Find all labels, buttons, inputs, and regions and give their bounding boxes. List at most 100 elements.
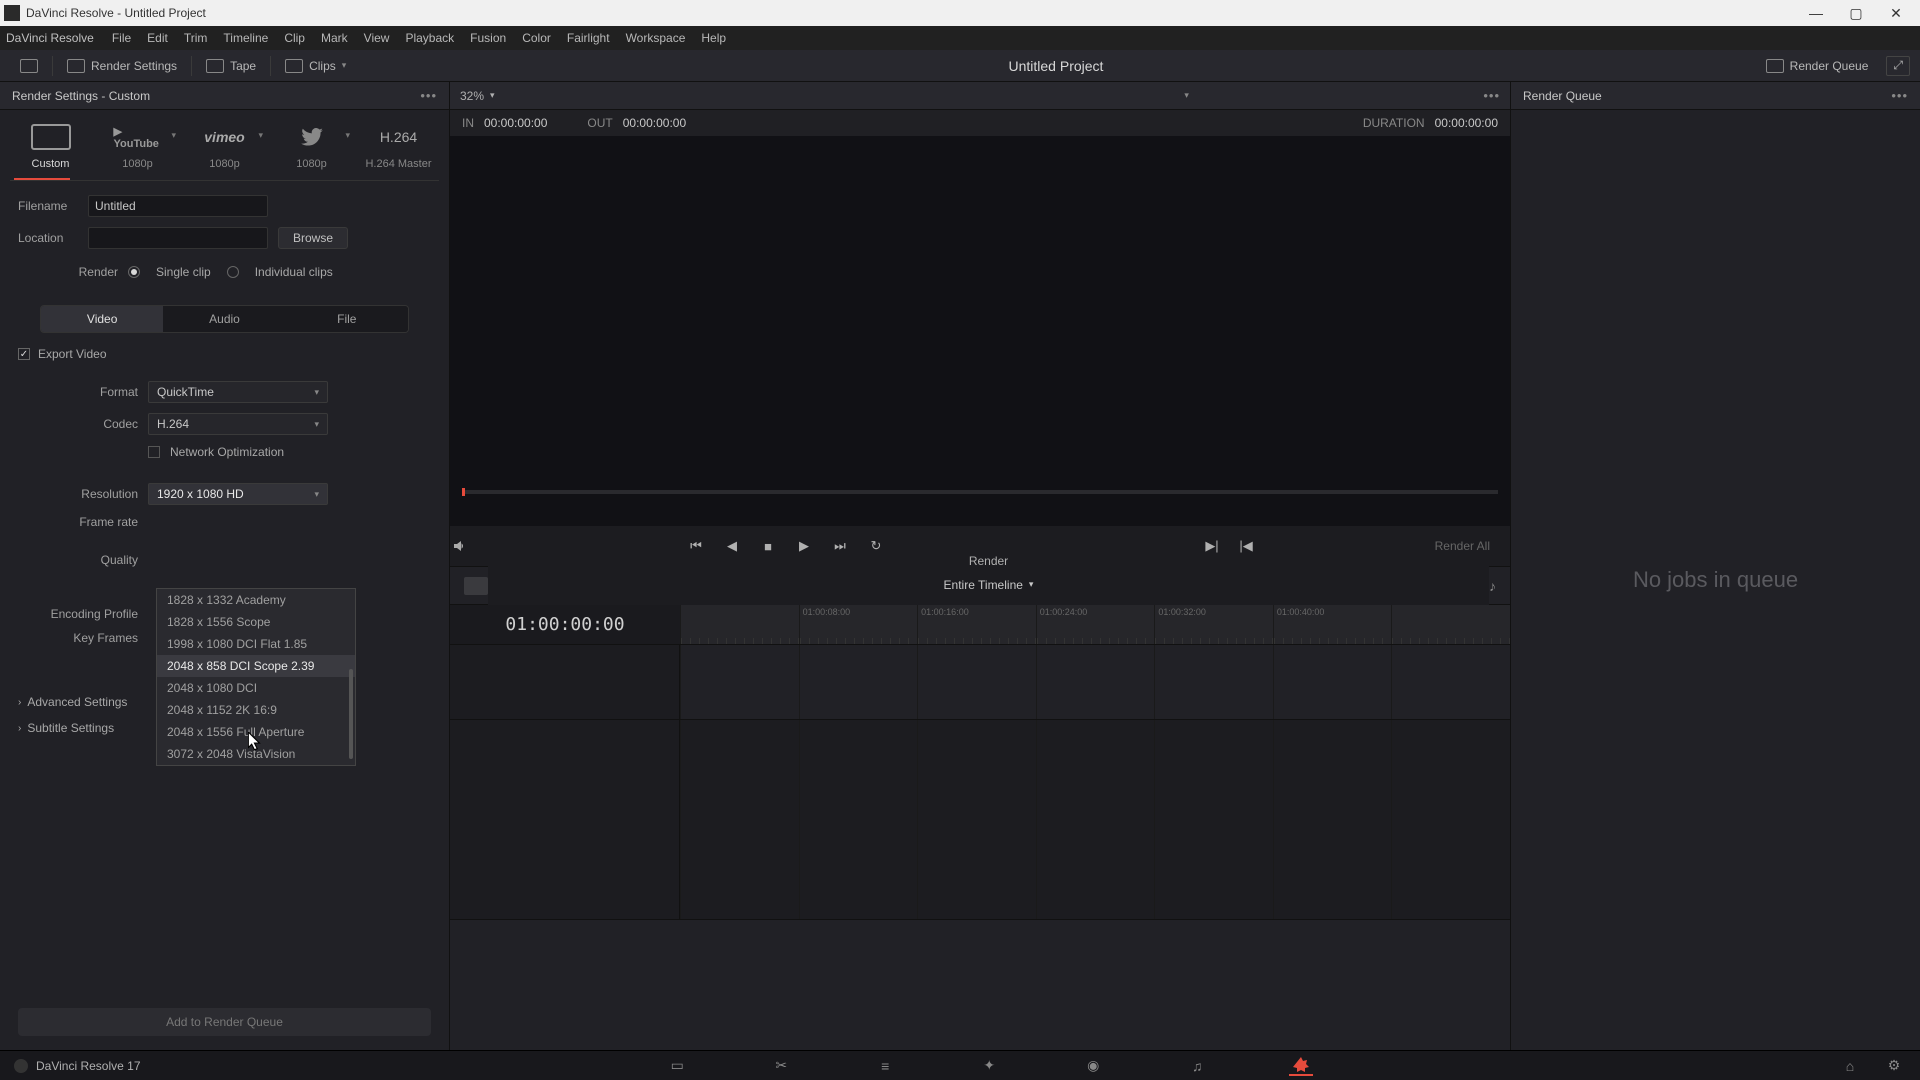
preset-twitter[interactable]: ▾ 1080p: [271, 122, 352, 170]
resolution-option[interactable]: 1828 x 1332 Academy: [157, 589, 355, 611]
render-scope-select[interactable]: Entire Timeline ▾: [944, 578, 1034, 592]
render-settings-label: Render Settings: [91, 59, 177, 73]
clips-button[interactable]: Clips ▾: [275, 50, 356, 82]
minimize-button[interactable]: —: [1796, 0, 1836, 26]
viewer-canvas[interactable]: [450, 136, 1510, 526]
ruler-tick: 01:00:24:00: [1036, 605, 1155, 644]
codec-select[interactable]: H.264▾: [148, 413, 328, 435]
codec-label: Codec: [18, 417, 138, 431]
resolution-dropdown: 1828 x 1332 Academy 1828 x 1556 Scope 19…: [156, 588, 356, 766]
resolution-option[interactable]: 2048 x 1556 Full Aperture: [157, 721, 355, 743]
filename-label: Filename: [18, 199, 78, 213]
settings-tabs: Video Audio File: [40, 305, 409, 333]
audio-track[interactable]: [450, 720, 1510, 920]
timeline-ruler-row: 01:00:00:00 01:00:08:00 01:00:16:00 01:0…: [450, 605, 1510, 645]
netopt-label: Network Optimization: [170, 445, 284, 459]
resolution-option[interactable]: 3072 x 2048 VistaVision: [157, 743, 355, 765]
menu-timeline[interactable]: Timeline: [215, 31, 276, 45]
dropdown-scrollbar[interactable]: [349, 669, 353, 759]
render-settings-button[interactable]: Render Settings: [57, 50, 187, 82]
menu-file[interactable]: File: [104, 31, 139, 45]
render-queue-title: Render Queue: [1523, 89, 1602, 103]
menu-clip[interactable]: Clip: [276, 31, 313, 45]
render-queue-panel: Render Queue ••• No jobs in queue: [1510, 82, 1920, 1050]
queue-menu-button[interactable]: •••: [1891, 88, 1908, 103]
resolution-select[interactable]: 1920 x 1080 HD▾: [148, 483, 328, 505]
expand-button[interactable]: ⤢: [1886, 56, 1910, 76]
chevron-down-icon: ▾: [345, 130, 350, 141]
out-tc: 00:00:00:00: [623, 116, 686, 130]
app-name: DaVinci Resolve: [6, 31, 104, 45]
add-to-render-queue-button[interactable]: Add to Render Queue: [18, 1008, 431, 1036]
netopt-checkbox[interactable]: [148, 446, 160, 458]
menu-fusion[interactable]: Fusion: [462, 31, 514, 45]
menu-fairlight[interactable]: Fairlight: [559, 31, 618, 45]
clip-select[interactable]: ▾: [789, 86, 1189, 106]
page-fairlight[interactable]: ♫: [1185, 1056, 1209, 1076]
duration-label: DURATION: [1363, 116, 1425, 130]
render-queue-button[interactable]: Render Queue: [1756, 50, 1879, 82]
preset-vimeo[interactable]: vimeo ▾ 1080p: [184, 122, 265, 170]
page-fusion[interactable]: ✦: [977, 1056, 1001, 1076]
tab-audio[interactable]: Audio: [163, 306, 285, 332]
thumbnail-view-button[interactable]: [464, 577, 488, 595]
page-color[interactable]: ◉: [1081, 1056, 1105, 1076]
maximize-button[interactable]: ▢: [1836, 0, 1876, 26]
panel-menu-button[interactable]: •••: [420, 88, 437, 103]
page-media[interactable]: ▭: [665, 1056, 689, 1076]
render-all-button[interactable]: Render All: [1435, 539, 1490, 553]
video-track[interactable]: [450, 645, 1510, 720]
preset-custom[interactable]: Custom: [10, 122, 91, 170]
timeline-ruler[interactable]: 01:00:08:00 01:00:16:00 01:00:24:00 01:0…: [680, 605, 1510, 644]
preset-youtube[interactable]: ▶ YouTube ▾ 1080p: [97, 122, 178, 170]
close-button[interactable]: ✕: [1876, 0, 1916, 26]
quick-export-button[interactable]: [10, 50, 48, 82]
page-deliver[interactable]: [1289, 1056, 1313, 1076]
radio-individual-clips[interactable]: [227, 266, 239, 278]
menu-mark[interactable]: Mark: [313, 31, 356, 45]
format-select[interactable]: QuickTime▾: [148, 381, 328, 403]
radio-single-clip[interactable]: [128, 266, 140, 278]
resolution-option[interactable]: 2048 x 858 DCI Scope 2.39: [157, 655, 355, 677]
browse-button[interactable]: Browse: [278, 227, 348, 249]
page-edit[interactable]: ≡: [873, 1056, 897, 1076]
keyframes-label: Key Frames: [18, 631, 138, 645]
scrubber[interactable]: [462, 490, 1498, 494]
zoom-select[interactable]: 32%▾: [460, 89, 495, 103]
preset-h264[interactable]: H.264 H.264 Master: [358, 122, 439, 170]
in-label: IN: [462, 116, 474, 130]
ruler-tick: 01:00:08:00: [799, 605, 918, 644]
tab-video[interactable]: Video: [41, 306, 163, 332]
menu-bar: DaVinci Resolve File Edit Trim Timeline …: [0, 26, 1920, 50]
individual-clips-label: Individual clips: [255, 265, 333, 279]
menu-help[interactable]: Help: [693, 31, 734, 45]
page-cut[interactable]: ✂: [769, 1056, 793, 1076]
resolution-option[interactable]: 2048 x 1080 DCI: [157, 677, 355, 699]
resolution-option[interactable]: 2048 x 1152 2K 16:9: [157, 699, 355, 721]
tape-button[interactable]: Tape: [196, 50, 266, 82]
timeline-start-tc: 01:00:00:00: [450, 605, 680, 644]
project-settings-button[interactable]: ⚙: [1882, 1056, 1906, 1076]
viewer-header: 32%▾ ▾ •••: [450, 82, 1510, 110]
audio-toggle-button[interactable]: ♪: [1489, 578, 1496, 594]
resolution-option[interactable]: 1998 x 1080 DCI Flat 1.85: [157, 633, 355, 655]
menu-trim[interactable]: Trim: [176, 31, 216, 45]
resolution-option[interactable]: 1828 x 1556 Scope: [157, 611, 355, 633]
home-button[interactable]: ⌂: [1838, 1056, 1862, 1076]
timeline-toolbar: Render Entire Timeline ▾ − + ♪: [450, 567, 1510, 605]
chevron-down-icon: ▾: [171, 130, 176, 141]
viewer-menu-button[interactable]: •••: [1483, 88, 1500, 103]
export-video-checkbox[interactable]: ✓: [18, 348, 30, 360]
chevron-down-icon: ▾: [258, 130, 263, 141]
menu-edit[interactable]: Edit: [139, 31, 176, 45]
tab-file[interactable]: File: [286, 306, 408, 332]
filename-input[interactable]: [88, 195, 268, 217]
menu-view[interactable]: View: [356, 31, 398, 45]
menu-workspace[interactable]: Workspace: [618, 31, 694, 45]
menu-color[interactable]: Color: [514, 31, 559, 45]
volume-button[interactable]: [450, 536, 470, 556]
timeline-panel: Render Entire Timeline ▾ − + ♪ 01:00:00:…: [450, 566, 1510, 1050]
render-queue-header: Render Queue •••: [1511, 82, 1920, 110]
location-input[interactable]: [88, 227, 268, 249]
menu-playback[interactable]: Playback: [397, 31, 462, 45]
